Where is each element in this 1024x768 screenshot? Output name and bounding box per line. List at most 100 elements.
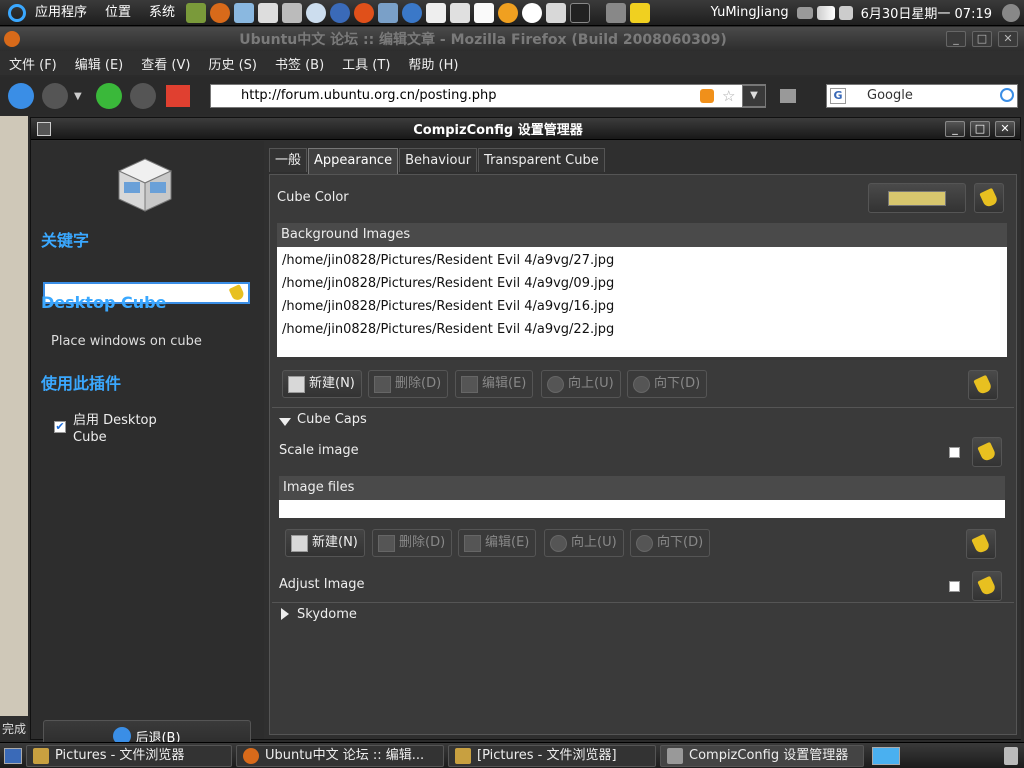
- launcher-books-icon[interactable]: [186, 2, 207, 23]
- workspace-switcher[interactable]: [872, 746, 900, 765]
- launcher-help-icon[interactable]: [330, 2, 351, 23]
- list-item[interactable]: /home/jin0828/Pictures/Resident Evil 4/a…: [277, 295, 1007, 318]
- tab-general[interactable]: 一般: [269, 148, 308, 172]
- volume-icon[interactable]: [838, 5, 853, 20]
- launcher-ati-icon[interactable]: [354, 2, 375, 23]
- search-magnifier-icon[interactable]: [1000, 88, 1014, 102]
- cube-color-reset-button[interactable]: [974, 183, 1004, 213]
- ff-menu-help[interactable]: 帮助 (H): [399, 54, 467, 73]
- username[interactable]: YuMingJiang: [705, 5, 795, 20]
- places-menu[interactable]: 位置: [96, 0, 140, 26]
- launcher-terminal-icon[interactable]: [570, 2, 591, 23]
- search-box[interactable]: Google: [826, 84, 1018, 108]
- stop-icon[interactable]: [129, 83, 156, 109]
- ff-menu-bookmarks[interactable]: 书签 (B): [266, 54, 333, 73]
- launcher-settings-icon[interactable]: [306, 2, 327, 23]
- caps-new-button[interactable]: 新建(N): [285, 529, 365, 557]
- applications-menu[interactable]: 应用程序: [26, 0, 96, 26]
- skydome-label[interactable]: Skydome: [297, 607, 357, 622]
- firefox-maximize-button[interactable]: □: [972, 31, 992, 47]
- tab-behaviour[interactable]: Behaviour: [399, 148, 478, 172]
- enable-plugin-checkbox[interactable]: ✔: [54, 421, 66, 433]
- show-desktop-icon[interactable]: [4, 747, 22, 764]
- forward-arrow-icon[interactable]: [42, 83, 68, 109]
- launcher-player-icon[interactable]: [498, 2, 519, 23]
- ccsm-maximize-button[interactable]: □: [970, 120, 990, 137]
- launcher-firefox-icon[interactable]: [210, 2, 231, 23]
- launcher-doc-icon[interactable]: [474, 2, 495, 23]
- scale-image-checkbox[interactable]: [949, 447, 960, 458]
- reload-icon[interactable]: [95, 83, 122, 109]
- image-files-list: [279, 500, 1005, 518]
- history-dropdown-icon[interactable]: ▼: [74, 91, 82, 102]
- network-signal-icon[interactable]: [816, 5, 835, 20]
- firefox-status: 完成: [0, 716, 28, 740]
- logout-icon[interactable]: [1002, 3, 1020, 22]
- scale-image-reset-button[interactable]: [972, 437, 1002, 467]
- caps-edit-button[interactable]: 编辑(E): [458, 529, 537, 557]
- task-pictures-1[interactable]: Pictures - 文件浏览器: [26, 744, 232, 767]
- google-icon[interactable]: G: [830, 88, 846, 104]
- enable-plugin-label[interactable]: 启用 Desktop Cube: [73, 412, 183, 446]
- bg-new-button[interactable]: 新建(N): [282, 370, 362, 398]
- tab-transparent-cube[interactable]: Transparent Cube: [478, 148, 605, 172]
- expander-closed-icon[interactable]: [281, 608, 289, 620]
- launcher-monitor-icon[interactable]: [378, 2, 399, 23]
- trash-icon[interactable]: [1004, 746, 1018, 765]
- ccsm-titlebar[interactable]: CompizConfig 设置管理器 _ □ ✕: [31, 118, 1020, 140]
- list-item[interactable]: /home/jin0828/Pictures/Resident Evil 4/a…: [277, 318, 1007, 341]
- task-firefox[interactable]: Ubuntu中文 论坛 :: 编辑...: [236, 744, 444, 767]
- adjust-image-checkbox[interactable]: [949, 581, 960, 592]
- keyboard-icon[interactable]: [796, 6, 813, 19]
- list-item[interactable]: /home/jin0828/Pictures/Resident Evil 4/a…: [277, 272, 1007, 295]
- caps-delete-button[interactable]: 删除(D): [372, 529, 453, 557]
- caps-up-button[interactable]: 向上(U): [544, 529, 624, 557]
- task-ccsm[interactable]: CompizConfig 设置管理器: [660, 744, 864, 767]
- addon-icon[interactable]: [780, 89, 796, 103]
- url-dropdown-icon[interactable]: ▼: [742, 85, 766, 107]
- tabs: 一般 Appearance Behaviour Transparent Cube: [269, 148, 606, 174]
- rss-icon[interactable]: [700, 89, 714, 103]
- tab-appearance[interactable]: Appearance: [308, 148, 399, 174]
- launcher-camera-icon[interactable]: [450, 2, 471, 23]
- caps-down-button[interactable]: 向下(D): [630, 529, 711, 557]
- expander-open-icon[interactable]: [279, 418, 291, 426]
- launcher-note-icon[interactable]: [630, 2, 651, 23]
- launcher-package-icon[interactable]: [546, 2, 567, 23]
- ccsm-minimize-button[interactable]: _: [945, 120, 965, 137]
- list-item[interactable]: /home/jin0828/Pictures/Resident Evil 4/a…: [277, 249, 1007, 272]
- cube-caps-label[interactable]: Cube Caps: [297, 412, 367, 427]
- cube-color-button[interactable]: [868, 183, 966, 213]
- bg-up-button[interactable]: 向上(U): [541, 370, 621, 398]
- bookmark-star-icon[interactable]: ☆: [722, 87, 735, 105]
- system-menu[interactable]: 系统: [140, 0, 184, 26]
- ubuntu-logo-icon[interactable]: [8, 3, 26, 22]
- launcher-terminal-alt-icon[interactable]: [282, 2, 303, 23]
- ff-menu-tools[interactable]: 工具 (T): [333, 54, 399, 73]
- firefox-minimize-button[interactable]: _: [946, 31, 966, 47]
- task-label: Ubuntu中文 论坛 :: 编辑...: [265, 747, 425, 763]
- ff-menu-file[interactable]: 文件 (F): [0, 54, 66, 73]
- task-pictures-2[interactable]: [Pictures - 文件浏览器]: [448, 744, 656, 767]
- launcher-ccsm-icon[interactable]: [234, 2, 255, 23]
- launcher-amarok-icon[interactable]: [522, 2, 543, 23]
- ff-menu-edit[interactable]: 编辑 (E): [66, 54, 133, 73]
- adjust-image-reset-button[interactable]: [972, 571, 1002, 601]
- bg-down-button[interactable]: 向下(D): [627, 370, 708, 398]
- ccsm-close-button[interactable]: ✕: [995, 120, 1015, 137]
- url-bar[interactable]: http://forum.ubuntu.org.cn/posting.php: [210, 84, 766, 108]
- bg-delete-button[interactable]: 删除(D): [368, 370, 449, 398]
- image-files-reset-button[interactable]: [966, 529, 996, 559]
- ff-menu-history[interactable]: 历史 (S): [199, 54, 266, 73]
- home-icon[interactable]: [165, 85, 190, 107]
- ff-menu-view[interactable]: 查看 (V): [132, 54, 199, 73]
- bg-images-reset-button[interactable]: [968, 370, 998, 400]
- bg-edit-button[interactable]: 编辑(E): [455, 370, 534, 398]
- clock[interactable]: 6月30日星期一 07:19: [855, 3, 998, 22]
- launcher-screenshot-icon[interactable]: [426, 2, 447, 23]
- launcher-globe-icon[interactable]: [402, 2, 423, 23]
- firefox-close-button[interactable]: ✕: [998, 31, 1018, 47]
- launcher-window-icon[interactable]: [606, 2, 627, 23]
- back-arrow-icon[interactable]: [8, 83, 34, 109]
- launcher-home-icon[interactable]: [258, 2, 279, 23]
